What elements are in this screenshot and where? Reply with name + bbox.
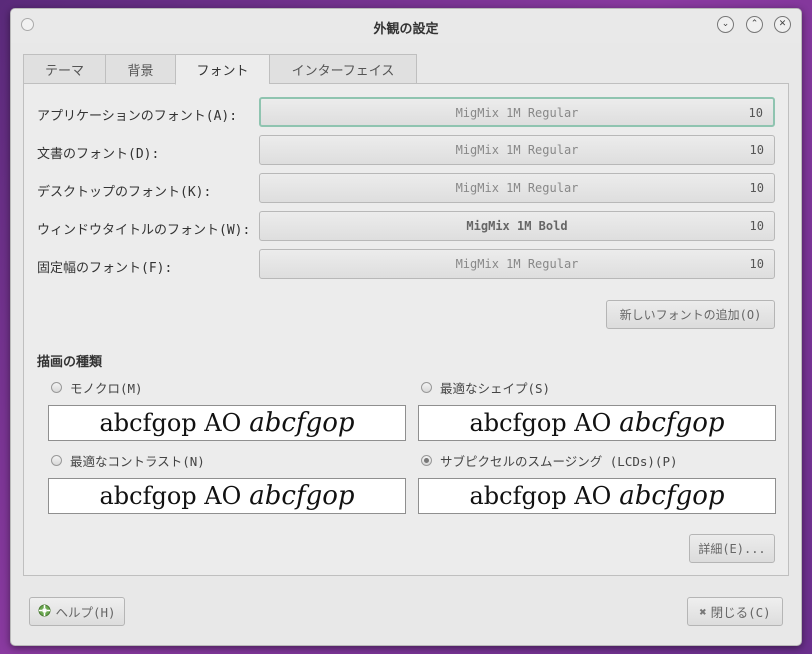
preview-text: abcfgop AO [469, 482, 612, 510]
font-name: MigMix 1M Bold [466, 219, 568, 233]
tab-bar: テーマ 背景 フォント インターフェイス [23, 54, 417, 85]
chevron-down-icon: ⌄ [721, 19, 730, 29]
monochrome-preview: abcfgop AO abcfgop [48, 405, 406, 441]
preview-text: abcfgop AO [99, 409, 242, 437]
application-font-button[interactable]: MigMix 1M Regular 10 [259, 97, 775, 127]
font-size: 10 [748, 106, 763, 120]
preview-text: abcfgop AO [469, 409, 612, 437]
close-icon: ✕ [778, 19, 787, 29]
tab-interface[interactable]: インターフェイス [269, 54, 417, 84]
option-label: 最適なコントラスト(N) [70, 454, 205, 469]
font-name: MigMix 1M Regular [455, 181, 579, 195]
option-label: モノクロ(M) [70, 381, 143, 396]
monochrome-option[interactable]: モノクロ(M) [51, 378, 143, 397]
document-font-label: 文書のフォント(D): [37, 147, 160, 162]
preview-text: abcfgop AO [99, 482, 242, 510]
window-title-font-label: ウィンドウタイトルのフォント(W): [37, 223, 251, 238]
monochrome-radio[interactable] [51, 382, 62, 393]
monospace-font-label: 固定幅のフォント(F): [37, 261, 173, 276]
tab-background[interactable]: 背景 [105, 54, 175, 84]
font-name: MigMix 1M Regular [455, 106, 579, 120]
window-title: 外観の設定 [373, 22, 439, 37]
best-contrast-preview: abcfgop AO abcfgop [48, 478, 406, 514]
option-label: サブピクセルのスムージング (LCDs)(P) [440, 454, 678, 469]
help-label: ヘルプ(H) [55, 605, 116, 620]
lifebuoy-icon [38, 604, 51, 620]
tab-font[interactable]: フォント [175, 54, 269, 85]
font-name: MigMix 1M Regular [455, 257, 579, 271]
maximize-button[interactable]: ⌃ [746, 16, 763, 33]
best-shape-option[interactable]: 最適なシェイプ(S) [421, 378, 550, 397]
font-name: MigMix 1M Regular [455, 143, 579, 157]
close-window-button[interactable]: ✕ [774, 16, 791, 33]
font-size: 10 [749, 181, 764, 195]
preview-italic-text: abcfgop [619, 408, 725, 438]
desktop-font-label: デスクトップのフォント(K): [37, 185, 212, 200]
add-font-button[interactable]: 新しいフォントの追加(O) [606, 300, 775, 329]
best-shape-preview: abcfgop AO abcfgop [418, 405, 776, 441]
desktop-font-button[interactable]: MigMix 1M Regular 10 [259, 173, 775, 203]
font-size: 10 [749, 219, 764, 233]
chevron-up-icon: ⌃ [750, 19, 759, 29]
close-label: 閉じる(C) [710, 605, 771, 620]
close-button[interactable]: ✖ 閉じる(C) [687, 597, 783, 626]
rendering-type-heading: 描画の種類 [37, 355, 103, 370]
document-font-button[interactable]: MigMix 1M Regular 10 [259, 135, 775, 165]
subpixel-smoothing-option[interactable]: サブピクセルのスムージング (LCDs)(P) [421, 451, 678, 470]
best-contrast-option[interactable]: 最適なコントラスト(N) [51, 451, 205, 470]
minimize-button[interactable]: ⌄ [717, 16, 734, 33]
subpixel-smoothing-radio[interactable] [421, 455, 432, 466]
preview-italic-text: abcfgop [249, 408, 355, 438]
preview-italic-text: abcfgop [619, 481, 725, 511]
x-icon: ✖ [699, 604, 707, 619]
monospace-font-button[interactable]: MigMix 1M Regular 10 [259, 249, 775, 279]
best-shape-radio[interactable] [421, 382, 432, 393]
option-label: 最適なシェイプ(S) [440, 381, 551, 396]
font-size: 10 [749, 257, 764, 271]
title-bar: 外観の設定 ⌄ ⌃ ✕ [11, 9, 801, 43]
window-title-font-button[interactable]: MigMix 1M Bold 10 [259, 211, 775, 241]
help-button[interactable]: ヘルプ(H) [29, 597, 125, 626]
tab-theme[interactable]: テーマ [23, 54, 105, 84]
subpixel-smoothing-preview: abcfgop AO abcfgop [418, 478, 776, 514]
details-button[interactable]: 詳細(E)... [689, 534, 775, 563]
application-font-label: アプリケーションのフォント(A): [37, 109, 238, 124]
preview-italic-text: abcfgop [249, 481, 355, 511]
best-contrast-radio[interactable] [51, 455, 62, 466]
font-size: 10 [749, 143, 764, 157]
appearance-settings-window: 外観の設定 ⌄ ⌃ ✕ テーマ 背景 フォント インターフェイス アプリケーショ… [10, 8, 802, 646]
